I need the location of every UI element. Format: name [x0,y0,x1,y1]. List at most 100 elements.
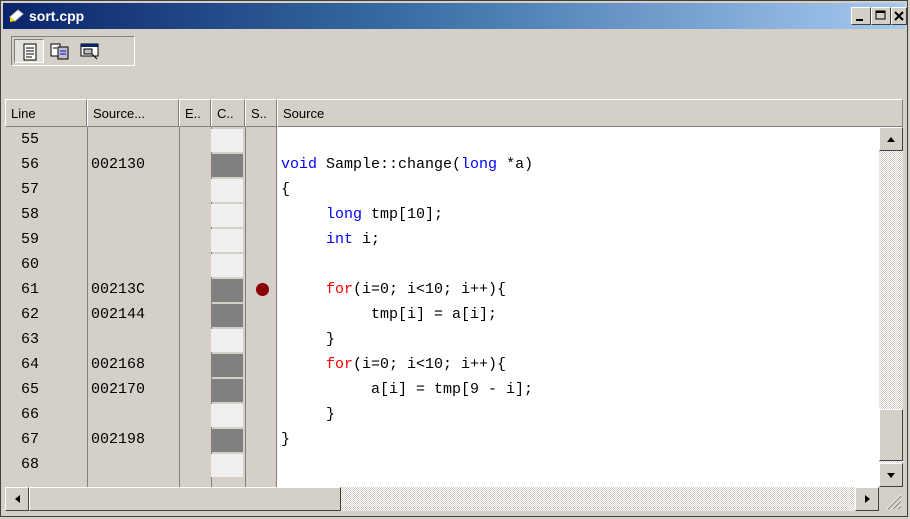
coverage-marker [211,379,243,402]
source-line-row[interactable]: 67 002198} [5,427,879,452]
coverage-marker [211,354,243,377]
code-token: } [281,431,291,448]
line-number: 67 [21,431,40,448]
code-token: i; [353,231,381,248]
source-line-row[interactable]: 66 } [5,402,879,427]
code-token: (i=0; i<10; i++){ [353,356,507,373]
coverage-marker [211,154,243,177]
line-number: 56 [21,156,40,173]
code-text: } [281,427,290,452]
code-keyword: long [326,206,363,223]
source-line-row[interactable]: 55 [5,127,879,152]
column-header-row: Line Source... E.. C.. S.. Source [5,99,903,127]
line-number: 68 [21,456,40,473]
line-number: 60 [21,256,40,273]
source-pane[interactable]: 55 56 002130 void Sample::change(long *a) 57… [5,127,879,487]
code-keyword: void [281,156,318,173]
file-icon [50,43,69,60]
document-icon [23,43,37,61]
view-mode-group [11,36,135,66]
line-number: 58 [21,206,40,223]
column-header-status[interactable]: S.. [245,99,277,127]
source-line-row[interactable]: 56 002130 void Sample::change(long *a) [5,152,879,177]
source-line-row[interactable]: 64 002168 for(i=0; i<10; i++){ [5,352,879,377]
source-address: 002130 [91,156,146,173]
coverage-marker [211,129,243,152]
code-token: { [281,181,291,198]
code-text: int i; [281,227,380,252]
coverage-marker [211,229,243,252]
scroll-up-button[interactable] [879,127,903,151]
window-icon [80,43,99,60]
source-address: 002144 [91,306,146,323]
minimize-icon [856,19,863,21]
coverage-marker [211,279,243,302]
minimize-button[interactable] [851,7,871,25]
close-icon [894,11,904,21]
horizontal-scroll-thumb[interactable] [29,487,341,511]
maximize-icon [875,10,886,20]
column-header-coverage[interactable]: C.. [211,99,245,127]
editor-window: sort.cpp Line Source... E.. C.. S.. Sour… [0,0,908,517]
source-address: 002198 [91,431,146,448]
arrow-right-icon [865,495,870,503]
code-text: for(i=0; i<10; i++){ [281,352,506,377]
coverage-marker [211,429,243,452]
vertical-scroll-thumb[interactable] [879,409,903,461]
window-title: sort.cpp [29,8,85,24]
code-text: long tmp[10]; [281,202,443,227]
arrow-down-icon [887,473,895,478]
code-text: { [281,177,290,202]
arrow-left-icon [15,495,20,503]
line-number: 55 [21,131,40,148]
vertical-scrollbar[interactable] [879,127,903,487]
line-number: 62 [21,306,40,323]
resize-grip-icon [886,494,902,510]
scroll-right-button[interactable] [855,487,879,511]
breakpoint-icon[interactable] [256,283,269,296]
mixed-view-button[interactable] [44,39,74,63]
source-line-row[interactable]: 58 long tmp[10]; [5,202,879,227]
resize-grip[interactable] [879,487,903,511]
source-line-row[interactable]: 59 int i; [5,227,879,252]
maximize-button[interactable] [871,7,891,25]
coverage-marker [211,404,243,427]
source-view-button[interactable] [14,39,44,63]
source-line-row[interactable]: 63 } [5,327,879,352]
code-keyword: long [461,156,498,173]
source-line-row[interactable]: 60 [5,252,879,277]
title-bar[interactable]: sort.cpp [3,3,907,29]
line-number: 57 [21,181,40,198]
disassembly-view-button[interactable] [74,39,104,63]
file-edit-icon [9,9,24,22]
column-header-line[interactable]: Line [5,99,87,127]
line-number: 59 [21,231,40,248]
code-text: a[i] = tmp[9 - i]; [281,377,533,402]
source-address: 002170 [91,381,146,398]
source-line-row[interactable]: 61 00213C for(i=0; i<10; i++){ [5,277,879,302]
source-line-row[interactable]: 68 [5,452,879,477]
coverage-marker [211,204,243,227]
scroll-left-button[interactable] [5,487,29,511]
horizontal-scrollbar[interactable] [5,487,879,511]
close-button[interactable] [891,7,907,25]
source-line-row[interactable]: 57 { [5,177,879,202]
code-text: } [281,327,335,352]
coverage-marker [211,254,243,277]
scroll-down-button[interactable] [879,463,903,487]
arrow-up-icon [887,137,895,142]
source-line-row[interactable]: 62 002144 tmp[i] = a[i]; [5,302,879,327]
source-address: 00213C [91,281,146,298]
column-header-source[interactable]: Source [277,99,903,127]
source-line-row[interactable]: 65 002170 a[i] = tmp[9 - i]; [5,377,879,402]
code-token: } [281,406,336,423]
line-number: 64 [21,356,40,373]
code-keyword: for [326,281,354,298]
line-number: 65 [21,381,40,398]
column-header-source-address[interactable]: Source... [87,99,179,127]
column-header-event[interactable]: E.. [179,99,211,127]
